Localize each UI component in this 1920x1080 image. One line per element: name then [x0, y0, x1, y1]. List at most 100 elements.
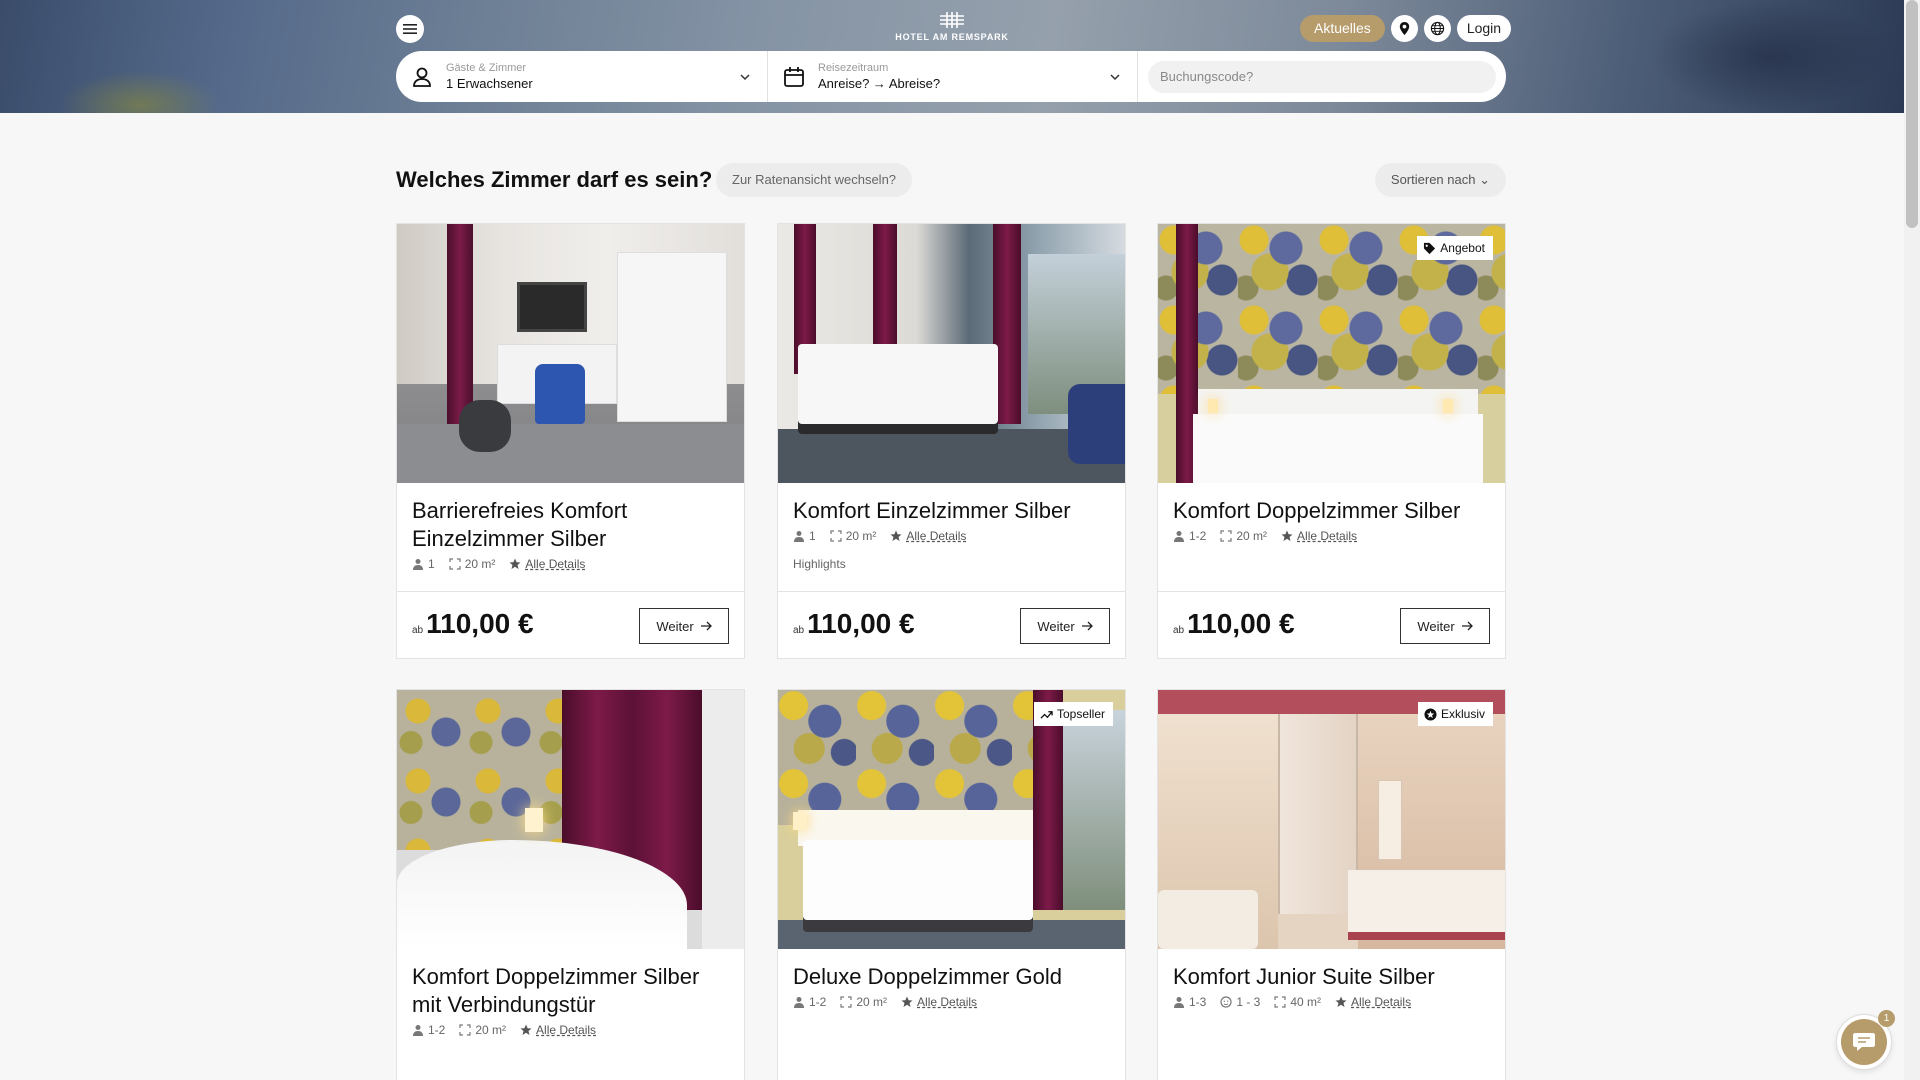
all-details-link[interactable]: Alle Details	[917, 995, 977, 1009]
room-photo[interactable]: Topseller	[778, 690, 1125, 949]
card-footer: ab 110,00 € Weiter	[1158, 591, 1505, 658]
location-button[interactable]	[1390, 15, 1418, 42]
room-card[interactable]: Komfort Doppelzimmer Silber mit Verbindu…	[396, 689, 745, 1080]
room-meta: 1-2 20 m² Alle Details	[412, 1023, 729, 1037]
hero-decoration	[1650, 0, 1890, 113]
room-size: 20 m²	[856, 995, 888, 1009]
expand-icon	[1220, 530, 1232, 542]
room-price: ab 110,00 €	[412, 608, 534, 640]
room-name: Deluxe Doppelzimmer Gold	[793, 964, 1062, 989]
all-details-link[interactable]: Alle Details	[1297, 529, 1357, 543]
hamburger-icon	[403, 24, 417, 34]
person-icon	[1174, 997, 1184, 1008]
room-card[interactable]: Exklusiv Komfort Junior Suite Silber 1-3…	[1157, 689, 1506, 1080]
star-icon	[890, 530, 902, 541]
chat-bubble-icon	[1853, 1033, 1875, 1051]
all-details-link[interactable]: Alle Details	[906, 529, 966, 543]
sort-button[interactable]: Sortieren nach ⌄	[1374, 163, 1506, 197]
hero-decoration	[60, 70, 220, 113]
room-guests: 1-2	[1189, 529, 1207, 543]
weiter-button[interactable]: Weiter	[639, 608, 729, 644]
room-guests: 1-2	[809, 995, 827, 1009]
guests-label: Gäste & Zimmer	[446, 62, 527, 74]
arrow-right-icon	[700, 621, 712, 631]
price-amount: 110,00 €	[807, 608, 915, 639]
chevron-down-icon: ⌄	[1479, 172, 1490, 187]
room-size: 20 m²	[464, 557, 496, 571]
room-guests: 1-2	[428, 1023, 446, 1037]
arrow-right-icon	[1081, 621, 1093, 631]
card-footer: ab 110,00 € Weiter	[397, 591, 744, 658]
room-card[interactable]: Angebot Komfort Doppelzimmer Silber 1-2 …	[1157, 223, 1506, 659]
room-guests: 1	[809, 529, 816, 543]
room-size: 20 m²	[845, 529, 877, 543]
location-pin-icon	[1399, 21, 1409, 36]
room-name: Komfort Junior Suite Silber	[1173, 964, 1435, 989]
room-name: Komfort Einzelzimmer Silber	[793, 498, 1071, 523]
star-icon	[520, 1024, 532, 1035]
weiter-button[interactable]: Weiter	[1400, 608, 1490, 644]
room-name: Komfort Doppelzimmer Silber	[1173, 498, 1461, 523]
person-icon	[413, 1025, 423, 1036]
room-photo[interactable]	[397, 224, 744, 483]
person-icon	[794, 531, 804, 542]
child-icon	[1220, 996, 1232, 1008]
room-size: 20 m²	[475, 1023, 507, 1037]
booking-code-input[interactable]	[1148, 60, 1496, 93]
language-button[interactable]	[1423, 15, 1451, 42]
room-price: ab 110,00 €	[793, 608, 915, 640]
room-card[interactable]: Barrierefreies Komfort Einzelzimmer Silb…	[396, 223, 745, 659]
badge-label: Angebot	[1440, 241, 1485, 255]
badge-label: Topseller	[1056, 707, 1105, 721]
title-row: Welches Zimmer darf es sein? Zur Ratenan…	[396, 163, 1506, 197]
rate-view-toggle[interactable]: Zur Ratenansicht wechseln?	[716, 163, 913, 197]
room-card[interactable]: Komfort Einzelzimmer Silber 1 20 m² Alle…	[777, 223, 1126, 659]
page-title: Welches Zimmer darf es sein?	[396, 167, 713, 192]
trending-up-icon	[1040, 710, 1053, 719]
booking-search-bar: Gäste & Zimmer 1 Erwachsener Reisezeitra…	[396, 51, 1506, 102]
arrow-right-icon	[1461, 621, 1473, 631]
all-details-link[interactable]: Alle Details	[525, 557, 585, 571]
dates-selector[interactable]: Reisezeitraum Anreise? → Abreise?	[768, 51, 1138, 102]
booking-code-section	[1138, 51, 1506, 102]
room-guests: 1	[428, 557, 435, 571]
price-prefix: ab	[412, 625, 424, 636]
guests-value: 1 Erwachsener	[446, 76, 533, 91]
card-footer: ab 110,00 € Weiter	[778, 591, 1125, 658]
weiter-label: Weiter	[1417, 618, 1455, 634]
room-size: 40 m²	[1290, 995, 1322, 1009]
guests-selector[interactable]: Gäste & Zimmer 1 Erwachsener	[396, 51, 768, 102]
star-icon	[901, 996, 913, 1007]
hotel-logo[interactable]: HOTEL AM REMSPARK	[892, 10, 1012, 42]
chat-unread-count: 1	[1878, 1010, 1895, 1027]
offer-badge: Angebot	[1417, 236, 1493, 260]
all-details-link[interactable]: Alle Details	[536, 1023, 596, 1037]
menu-button[interactable]	[396, 15, 424, 43]
star-badge-icon	[1424, 707, 1437, 721]
person-icon	[794, 997, 804, 1008]
room-card[interactable]: Topseller Deluxe Doppelzimmer Gold 1-2 2…	[777, 689, 1126, 1080]
expand-icon	[449, 558, 461, 570]
weiter-button[interactable]: Weiter	[1020, 608, 1110, 644]
scrollbar-thumb[interactable]	[1906, 0, 1918, 228]
top-actions: Aktuelles Login	[1300, 15, 1512, 42]
person-icon	[413, 559, 423, 570]
price-amount: 110,00 €	[426, 608, 534, 639]
room-size: 20 m²	[1236, 529, 1268, 543]
all-details-link[interactable]: Alle Details	[1351, 995, 1411, 1009]
aktuelles-button[interactable]: Aktuelles	[1300, 15, 1385, 42]
room-photo[interactable]: Exklusiv	[1158, 690, 1505, 949]
calendar-icon	[784, 66, 804, 87]
room-photo[interactable]	[397, 690, 744, 949]
room-meta: 1-2 20 m² Alle Details	[1173, 529, 1490, 543]
star-icon	[1281, 530, 1293, 541]
login-button[interactable]: Login	[1456, 15, 1512, 42]
price-prefix: ab	[1173, 625, 1185, 636]
room-photo[interactable]: Angebot	[1158, 224, 1505, 483]
room-meta: 1-2 20 m² Alle Details	[793, 995, 1110, 1009]
person-icon	[1174, 531, 1184, 542]
room-name: Barrierefreies Komfort Einzelzimmer Silb…	[412, 498, 628, 551]
room-photo[interactable]	[778, 224, 1125, 483]
star-icon	[1335, 996, 1347, 1007]
logo-icon	[940, 12, 964, 28]
